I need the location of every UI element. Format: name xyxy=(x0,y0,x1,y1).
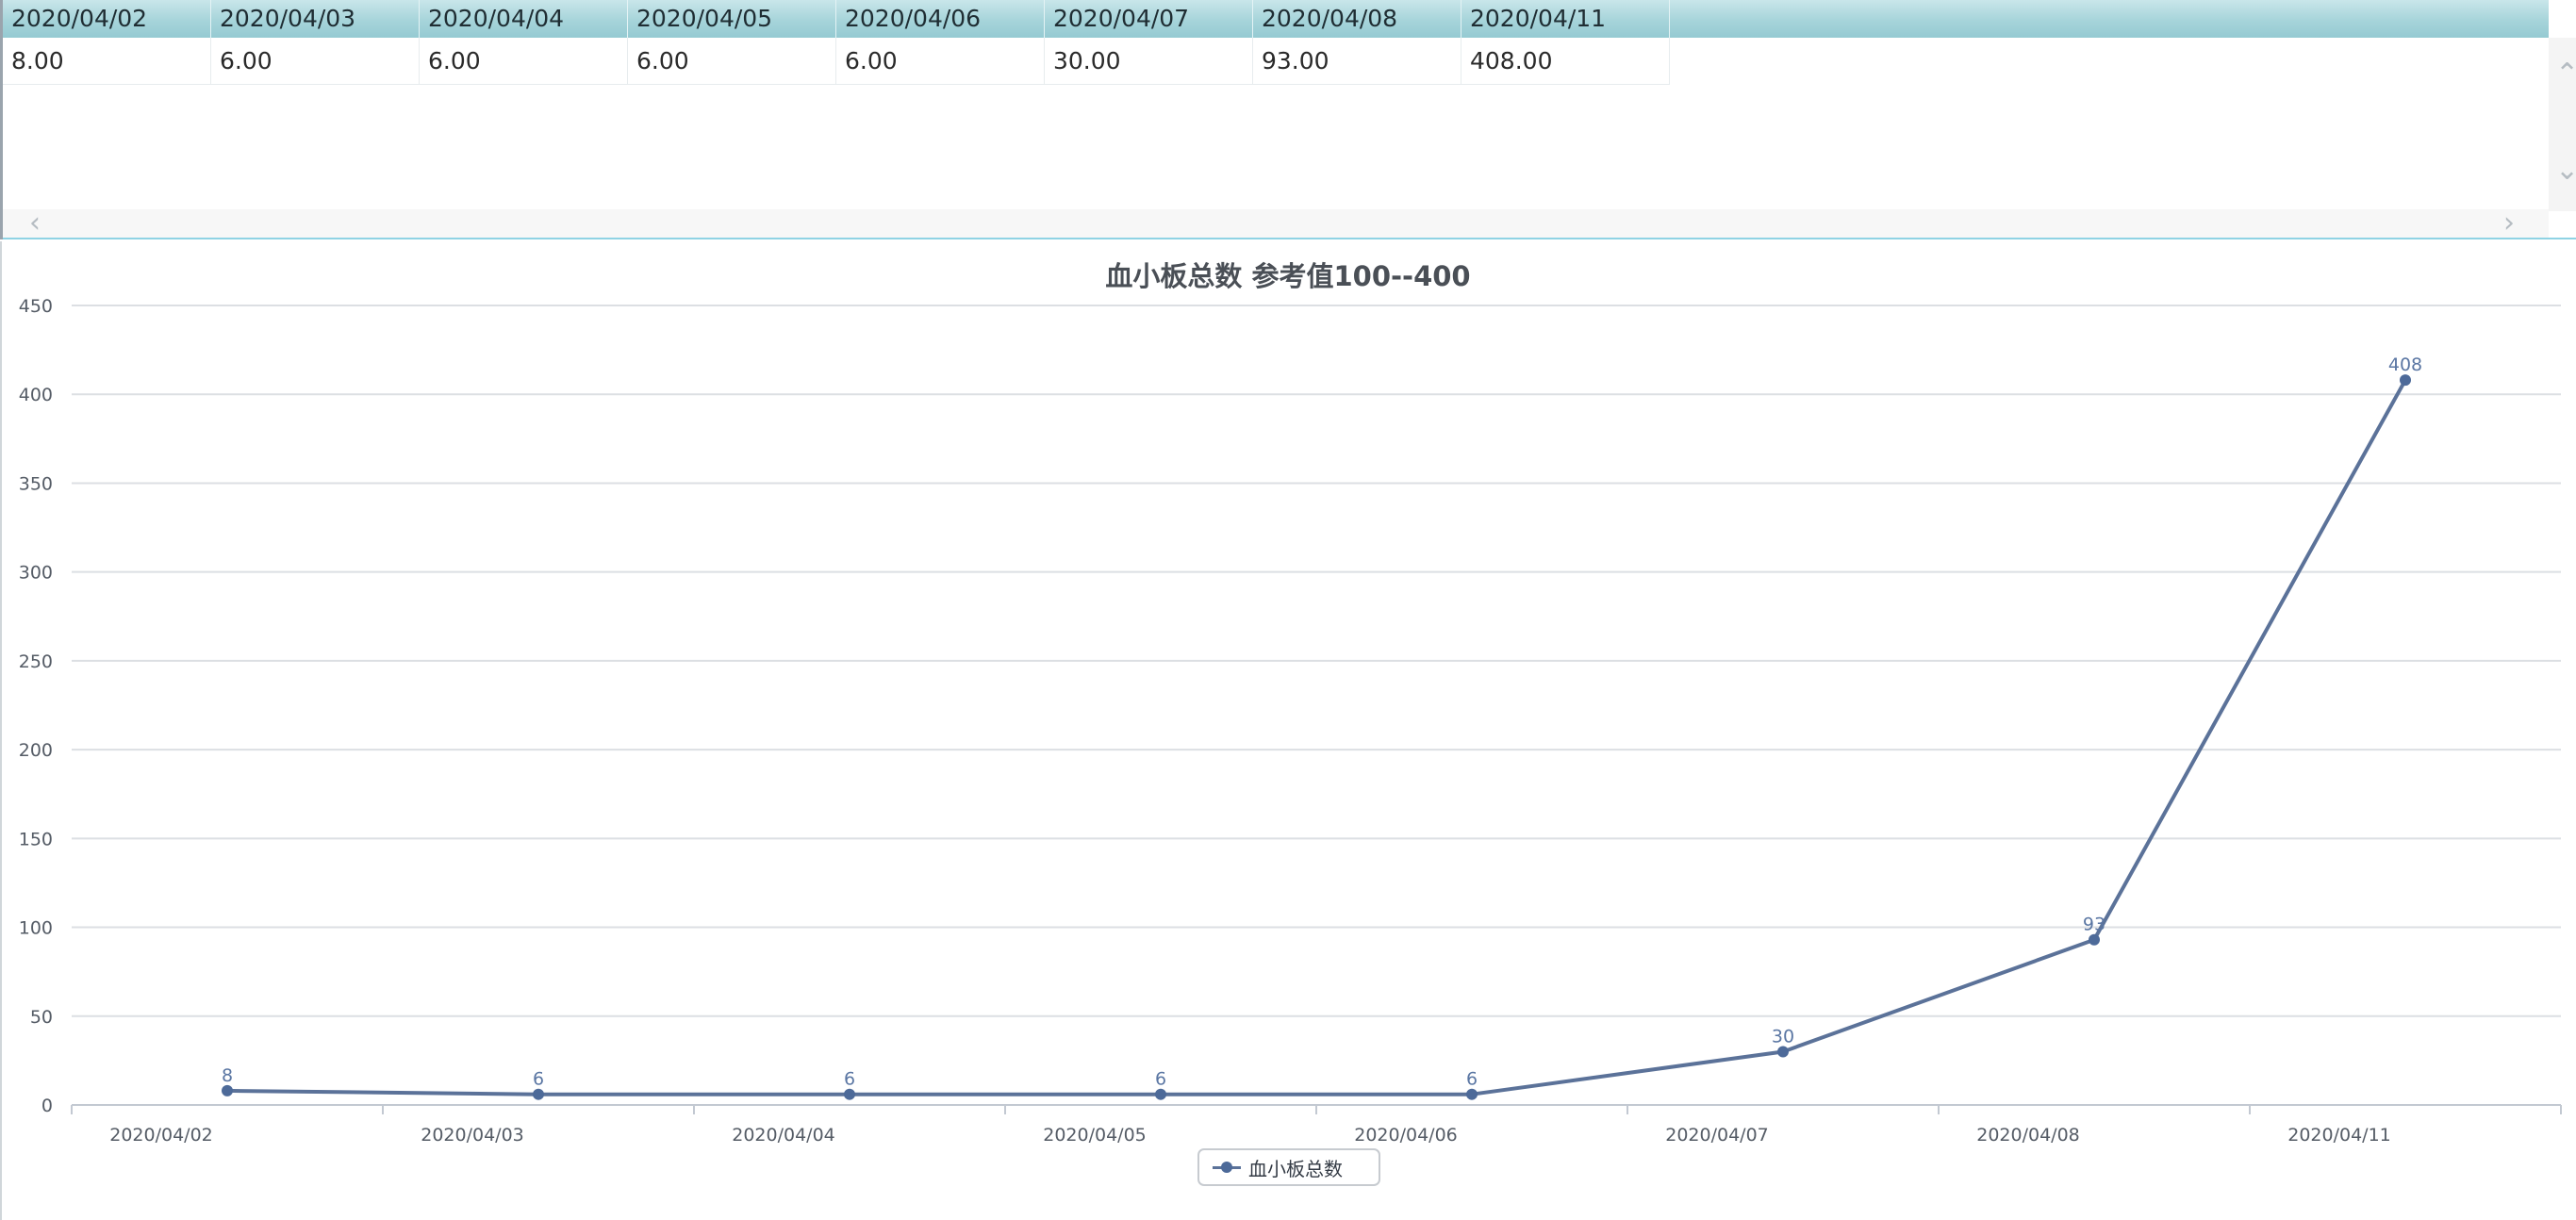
data-label: 408 xyxy=(2388,354,2422,375)
y-tick-label: 200 xyxy=(19,740,53,761)
data-label: 6 xyxy=(1155,1069,1166,1090)
chart-panel: 血小板总数 参考值100--400 0 50 100 150 200 250 300 350 4… xyxy=(0,241,2576,1220)
vertical-scrollbar[interactable]: ⌃ ⌄ xyxy=(2549,38,2576,211)
column-header[interactable]: 2020/04/04 xyxy=(420,0,628,38)
column-header[interactable]: 2020/04/11 xyxy=(1461,0,1670,38)
data-label: 6 xyxy=(533,1069,544,1090)
data-point xyxy=(1155,1088,1166,1100)
table-cell[interactable]: 6.00 xyxy=(836,38,1045,85)
data-label: 8 xyxy=(222,1065,233,1086)
data-label: 6 xyxy=(1466,1069,1478,1090)
table-cell[interactable]: 6.00 xyxy=(628,38,836,85)
column-header[interactable]: 2020/04/06 xyxy=(836,0,1045,38)
table-cell[interactable]: 30.00 xyxy=(1045,38,1253,85)
data-label: 30 xyxy=(1772,1026,1794,1047)
table-cell[interactable]: 8.00 xyxy=(3,38,211,85)
y-tick-label: 50 xyxy=(30,1007,53,1028)
grid-header-row: 2020/04/02 2020/04/03 2020/04/04 2020/04… xyxy=(3,0,2549,38)
y-tick-label: 350 xyxy=(19,473,53,494)
y-tick-label: 400 xyxy=(19,385,53,405)
data-point xyxy=(222,1084,233,1096)
data-label: 6 xyxy=(844,1069,855,1090)
data-grid-panel: 2020/04/02 2020/04/03 2020/04/04 2020/04… xyxy=(0,0,2576,239)
horizontal-scrollbar[interactable]: ‹ › xyxy=(3,209,2549,238)
data-label: 93 xyxy=(2083,915,2105,935)
data-point xyxy=(2400,374,2411,387)
x-tick-label: 2020/04/11 xyxy=(2287,1125,2391,1146)
y-tick-label: 250 xyxy=(19,651,53,672)
x-tick-label: 2020/04/08 xyxy=(1976,1125,2080,1146)
y-tick-label: 100 xyxy=(19,918,53,939)
legend-label: 血小板总数 xyxy=(1248,1157,1343,1180)
chevron-left-icon[interactable]: ‹ xyxy=(29,209,41,238)
table-cell[interactable]: 93.00 xyxy=(1253,38,1461,85)
column-header[interactable]: 2020/04/02 xyxy=(3,0,211,38)
chevron-down-icon[interactable]: ⌄ xyxy=(2555,157,2576,185)
y-tick-label: 0 xyxy=(41,1096,53,1116)
x-tick-label: 2020/04/06 xyxy=(1354,1125,1458,1146)
y-tick-label: 300 xyxy=(19,563,53,584)
column-header[interactable]: 2020/04/03 xyxy=(211,0,420,38)
x-tick-label: 2020/04/07 xyxy=(1665,1125,1769,1146)
line-chart: 0 50 100 150 200 250 300 350 400 450 2020/04/02 202… xyxy=(19,296,2562,1146)
data-point xyxy=(2089,933,2100,946)
chevron-up-icon[interactable]: ⌃ xyxy=(2555,60,2576,89)
table-cell[interactable]: 408.00 xyxy=(1461,38,1670,85)
y-tick-label: 450 xyxy=(19,296,53,317)
chart-legend[interactable]: 血小板总数 xyxy=(1197,1148,1380,1186)
data-point xyxy=(533,1088,544,1100)
app-window: 2020/04/02 2020/04/03 2020/04/04 2020/04… xyxy=(0,0,2576,1220)
legend-marker-icon xyxy=(1213,1161,1241,1174)
x-tick-label: 2020/04/04 xyxy=(732,1125,835,1146)
table-row[interactable]: 8.00 6.00 6.00 6.00 6.00 30.00 93.00 408… xyxy=(3,38,1670,85)
y-tick-label: 150 xyxy=(19,829,53,849)
table-cell[interactable]: 6.00 xyxy=(420,38,628,85)
data-point xyxy=(1466,1088,1478,1100)
column-header[interactable]: 2020/04/05 xyxy=(628,0,836,38)
x-tick-label: 2020/04/03 xyxy=(421,1125,524,1146)
column-header[interactable]: 2020/04/08 xyxy=(1253,0,1461,38)
data-point xyxy=(844,1088,855,1100)
table-cell[interactable]: 6.00 xyxy=(211,38,420,85)
x-tick-label: 2020/04/05 xyxy=(1043,1125,1147,1146)
column-header[interactable]: 2020/04/07 xyxy=(1045,0,1253,38)
series-line xyxy=(226,379,2407,1096)
chevron-right-icon[interactable]: › xyxy=(2503,209,2515,238)
data-point xyxy=(1777,1046,1789,1058)
x-tick-label: 2020/04/02 xyxy=(109,1125,213,1146)
